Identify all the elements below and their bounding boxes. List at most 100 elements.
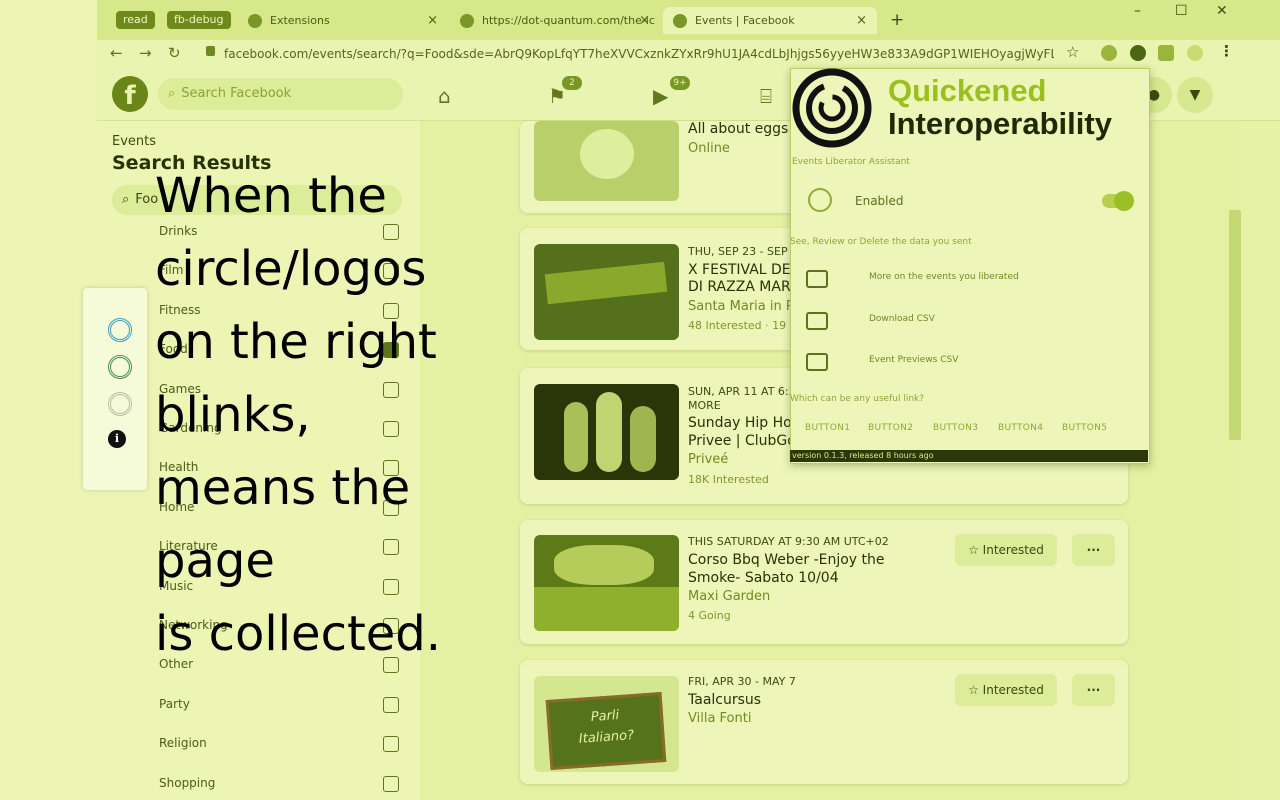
- chalkboard-text-line1: Parli: [590, 708, 620, 726]
- popup-link-previews-csv[interactable]: Event Previews CSV: [869, 355, 958, 365]
- category-label: Shopping: [159, 775, 216, 790]
- url-field[interactable]: facebook.com/events/search/?q=Food&sde=A…: [224, 44, 1054, 64]
- popup-link-download-csv[interactable]: Download CSV: [869, 314, 935, 324]
- event-date: THIS SATURDAY AT 9:30 AM UTC+02: [688, 535, 889, 548]
- event-place[interactable]: Villa Fonti: [688, 711, 751, 726]
- event-title-line2[interactable]: DI RAZZA MAR: [688, 279, 791, 295]
- marketplace-icon[interactable]: ⌸: [760, 84, 772, 108]
- watch-icon[interactable]: ▶: [653, 84, 668, 108]
- new-tab-button[interactable]: +: [890, 10, 904, 30]
- event-place[interactable]: Priveé: [688, 452, 728, 467]
- event-thumbnail[interactable]: Parli Italiano?: [534, 676, 679, 772]
- home-icon[interactable]: ⌂: [438, 84, 451, 108]
- account-menu-button[interactable]: ▼: [1177, 77, 1213, 113]
- extension-icon[interactable]: [1101, 45, 1117, 61]
- category-checkbox[interactable]: [383, 736, 399, 753]
- event-place[interactable]: Online: [688, 141, 730, 156]
- star-icon[interactable]: ☆: [1066, 43, 1079, 61]
- event-meta: 4 Going: [688, 609, 731, 622]
- puzzle-icon[interactable]: [1158, 45, 1174, 61]
- event-date: SUN, APR 11 AT 6:30: [688, 385, 803, 398]
- category-filter-row[interactable]: Shopping: [159, 775, 399, 796]
- brand-title-line1: Quickened: [888, 73, 1047, 108]
- reload-button[interactable]: ↻: [168, 44, 181, 62]
- event-title-line2[interactable]: Privee | ClubGo: [688, 433, 796, 449]
- popup-link-events[interactable]: More on the events you liberated: [869, 272, 1019, 282]
- blue-circle-logo-icon[interactable]: [108, 318, 132, 342]
- enabled-toggle[interactable]: [1102, 191, 1134, 211]
- facebook-search-input[interactable]: ⌕ Search Facebook: [158, 78, 403, 110]
- interested-button[interactable]: ☆ Interested: [955, 674, 1057, 706]
- event-title-line2[interactable]: Smoke- Sabato 10/04: [688, 570, 839, 586]
- category-checkbox[interactable]: [383, 696, 399, 713]
- forward-button[interactable]: →: [139, 44, 152, 62]
- chalkboard-text-line2: Italiano?: [578, 728, 635, 747]
- star-icon: ☆: [968, 543, 979, 557]
- gray-circle-logo-icon[interactable]: [108, 392, 132, 416]
- event-title[interactable]: X FESTIVAL DEL: [688, 262, 798, 278]
- event-title[interactable]: All about eggs: [688, 121, 788, 137]
- tab-dot-quantum[interactable]: https://dot-quantum.com/the-ic ×: [450, 7, 660, 34]
- search-icon: ⌕: [168, 86, 176, 101]
- popup-button-1[interactable]: BUTTON1: [805, 423, 850, 433]
- event-date: FRI, APR 30 - MAY 7: [688, 675, 796, 688]
- green-circle-logo-icon[interactable]: [108, 355, 132, 379]
- bookmark-read[interactable]: read: [116, 11, 155, 29]
- event-date-line2: MORE: [688, 399, 721, 412]
- back-button[interactable]: ←: [110, 44, 123, 62]
- star-icon: ☆: [968, 683, 979, 697]
- facebook-logo[interactable]: f: [112, 76, 148, 112]
- category-filter-row[interactable]: Party: [159, 696, 399, 717]
- download-icon[interactable]: [806, 312, 828, 330]
- tab-label: Events | Facebook: [695, 14, 795, 27]
- profile-icon[interactable]: [1187, 45, 1203, 61]
- category-filter-row[interactable]: Religion: [159, 736, 399, 756]
- close-icon[interactable]: ×: [427, 7, 438, 34]
- event-title[interactable]: Taalcursus: [688, 692, 761, 708]
- search-icon: ⌕: [122, 192, 130, 207]
- notification-badge: 2: [562, 76, 582, 90]
- tab-label: https://dot-quantum.com/the-ic: [482, 14, 655, 27]
- quickened-logo-icon: [792, 68, 872, 148]
- event-place[interactable]: Santa Maria in Pi: [688, 299, 797, 314]
- power-icon[interactable]: [808, 188, 832, 212]
- close-window-button[interactable]: ✕: [1216, 3, 1228, 19]
- more-options-button[interactable]: ···: [1072, 534, 1115, 566]
- event-title[interactable]: Sunday Hip Ho: [688, 415, 792, 431]
- close-icon[interactable]: ×: [639, 7, 650, 34]
- category-label: Party: [159, 696, 190, 711]
- quickened-extension-icon[interactable]: [1130, 45, 1146, 61]
- interested-button[interactable]: ☆ Interested: [955, 534, 1057, 566]
- minimize-button[interactable]: –: [1134, 3, 1141, 19]
- close-icon[interactable]: ×: [856, 7, 867, 34]
- popup-button-5[interactable]: BUTTON5: [1062, 423, 1107, 433]
- tab-events-facebook[interactable]: Events | Facebook ×: [663, 7, 877, 34]
- event-title[interactable]: Corso Bbq Weber -Enjoy the: [688, 552, 885, 568]
- overlay-caption: When the circle/logos on the right blink…: [155, 168, 442, 662]
- person-card-icon[interactable]: [806, 270, 828, 288]
- menu-kebab-icon[interactable]: ⋮: [1219, 42, 1234, 60]
- brand-title-line2: Interoperability: [888, 106, 1112, 141]
- tab-extensions[interactable]: Extensions ×: [238, 7, 448, 34]
- popup-button-3[interactable]: BUTTON3: [933, 423, 978, 433]
- event-place[interactable]: Maxi Garden: [688, 589, 770, 604]
- popup-button-2[interactable]: BUTTON2: [868, 423, 913, 433]
- play-icon[interactable]: [806, 353, 828, 371]
- info-icon[interactable]: i: [108, 430, 126, 448]
- popup-button-4[interactable]: BUTTON4: [998, 423, 1043, 433]
- interested-label: Interested: [982, 543, 1044, 557]
- interested-label: Interested: [982, 683, 1044, 697]
- wordpress-icon: [460, 14, 474, 28]
- popup-hint: See, Review or Delete the data you sent: [790, 237, 972, 247]
- enabled-label: Enabled: [855, 194, 904, 208]
- maximize-button[interactable]: ☐: [1175, 3, 1188, 19]
- scrollbar[interactable]: [1229, 210, 1241, 440]
- bookmark-fb-debug[interactable]: fb-debug: [167, 11, 231, 29]
- category-checkbox[interactable]: [383, 775, 399, 792]
- puzzle-icon: [248, 14, 262, 28]
- tab-label: Extensions: [270, 14, 330, 27]
- event-date: THU, SEP 23 - SEP 2: [688, 245, 799, 258]
- more-options-button[interactable]: ···: [1072, 674, 1115, 706]
- breadcrumb[interactable]: Events: [112, 134, 156, 149]
- event-meta: 18K Interested: [688, 473, 769, 486]
